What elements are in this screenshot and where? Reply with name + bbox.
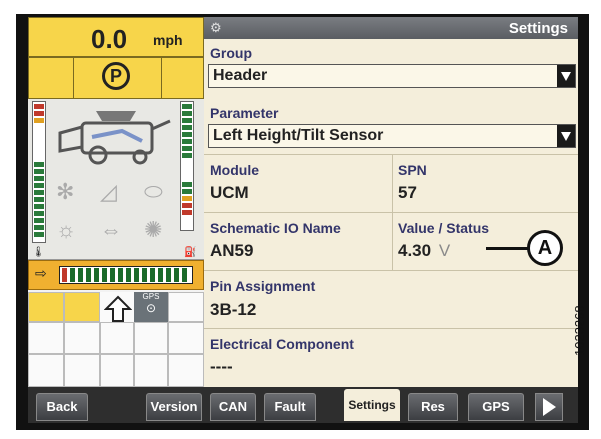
module-label: Module <box>210 162 259 178</box>
turn-signal-icon: ⇔ <box>100 217 122 242</box>
pin-assignment-label: Pin Assignment <box>210 278 316 294</box>
value-status-unit: V <box>438 241 451 260</box>
next-page-arrow-icon[interactable] <box>535 393 563 421</box>
page-title: Settings <box>508 20 568 37</box>
schematic-io-label: Schematic IO Name <box>210 220 341 236</box>
value-status-value: 4.30 V <box>398 241 451 260</box>
chopper-icon: ⬭ <box>144 179 163 204</box>
electrical-component-label: Electrical Component <box>210 336 354 352</box>
parameter-dropdown[interactable]: Left Height/Tilt Sensor <box>208 124 576 148</box>
wrench-icon: ⚙ <box>210 20 222 35</box>
temperature-icon: 🌡 <box>32 247 45 258</box>
parameter-label: Parameter <box>210 105 279 121</box>
schematic-io-value: AN59 <box>210 241 254 260</box>
right-level-bar <box>180 101 194 231</box>
concave-icon: ◿ <box>100 179 117 204</box>
grain-tank-meter <box>59 266 193 284</box>
fuel-icon: ⛽ <box>184 247 197 258</box>
status-column: 0.0 mph P ✻ ◿ ⬭ ☼ ⇔ ✺ 🌡 ⛽ ⇨ GPS ⊙ <box>28 17 204 387</box>
machine-function-icons: ✻ ◿ ⬭ ☼ ⇔ ✺ <box>52 177 180 253</box>
tab-version[interactable]: Version <box>146 393 202 421</box>
beacon-icon: ✺ <box>144 217 163 242</box>
module-value: UCM <box>210 183 249 202</box>
figure-id: 1023268 <box>572 305 587 356</box>
left-level-bar <box>32 101 46 243</box>
tab-res[interactable]: Res <box>408 393 458 421</box>
spn-label: SPN <box>398 162 427 178</box>
tab-can[interactable]: CAN <box>210 393 256 421</box>
park-brake-icon: P <box>102 62 130 90</box>
parameter-value: Left Height/Tilt Sensor <box>213 127 384 144</box>
value-status-label: Value / Status <box>398 220 490 236</box>
chevron-down-icon[interactable] <box>557 125 575 147</box>
group-label: Group <box>210 45 252 61</box>
pin-assignment-value: 3B-12 <box>210 300 257 319</box>
settings-panel: ⚙ Settings Group Header Parameter Left H… <box>204 17 578 387</box>
title-bar: ⚙ Settings <box>204 17 578 39</box>
gps-label: GPS <box>142 292 160 301</box>
park-brake-indicator: P <box>28 57 204 99</box>
tab-settings[interactable]: Settings <box>344 389 400 421</box>
machine-status-area: ✻ ◿ ⬭ ☼ ⇔ ✺ 🌡 ⛽ <box>28 99 204 260</box>
group-dropdown[interactable]: Header <box>208 64 576 88</box>
group-value: Header <box>213 67 268 84</box>
speed-unit: mph <box>153 32 183 48</box>
back-button[interactable]: Back <box>36 393 88 421</box>
grain-tank-icon: ⇨ <box>35 265 47 281</box>
tab-gps[interactable]: GPS <box>468 393 524 421</box>
bottom-tab-bar: Back Version CAN Fault Settings Res GPS <box>28 387 578 423</box>
gps-status-button[interactable]: GPS ⊙ <box>134 292 168 322</box>
up-arrow-icon[interactable] <box>104 295 132 323</box>
fan-icon: ✻ <box>56 179 75 204</box>
electrical-component-value: ---- <box>210 357 233 376</box>
speed-readout: 0.0 mph <box>28 17 204 57</box>
combine-icon <box>58 111 171 165</box>
display-screen: 0.0 mph P ✻ ◿ ⬭ ☼ ⇔ ✺ 🌡 ⛽ ⇨ GPS ⊙ ⚙ Sett… <box>28 17 578 423</box>
chevron-down-icon[interactable] <box>557 65 575 87</box>
grain-tank-level: ⇨ <box>28 260 204 290</box>
satellite-icon: ⊙ <box>145 301 157 315</box>
callout-a: A <box>527 230 563 266</box>
spn-value: 57 <box>398 183 417 202</box>
callout-leader-line <box>486 247 528 250</box>
speed-value: 0.0 <box>91 24 128 54</box>
tab-fault[interactable]: Fault <box>264 393 316 421</box>
work-light-icon: ☼ <box>56 217 77 242</box>
